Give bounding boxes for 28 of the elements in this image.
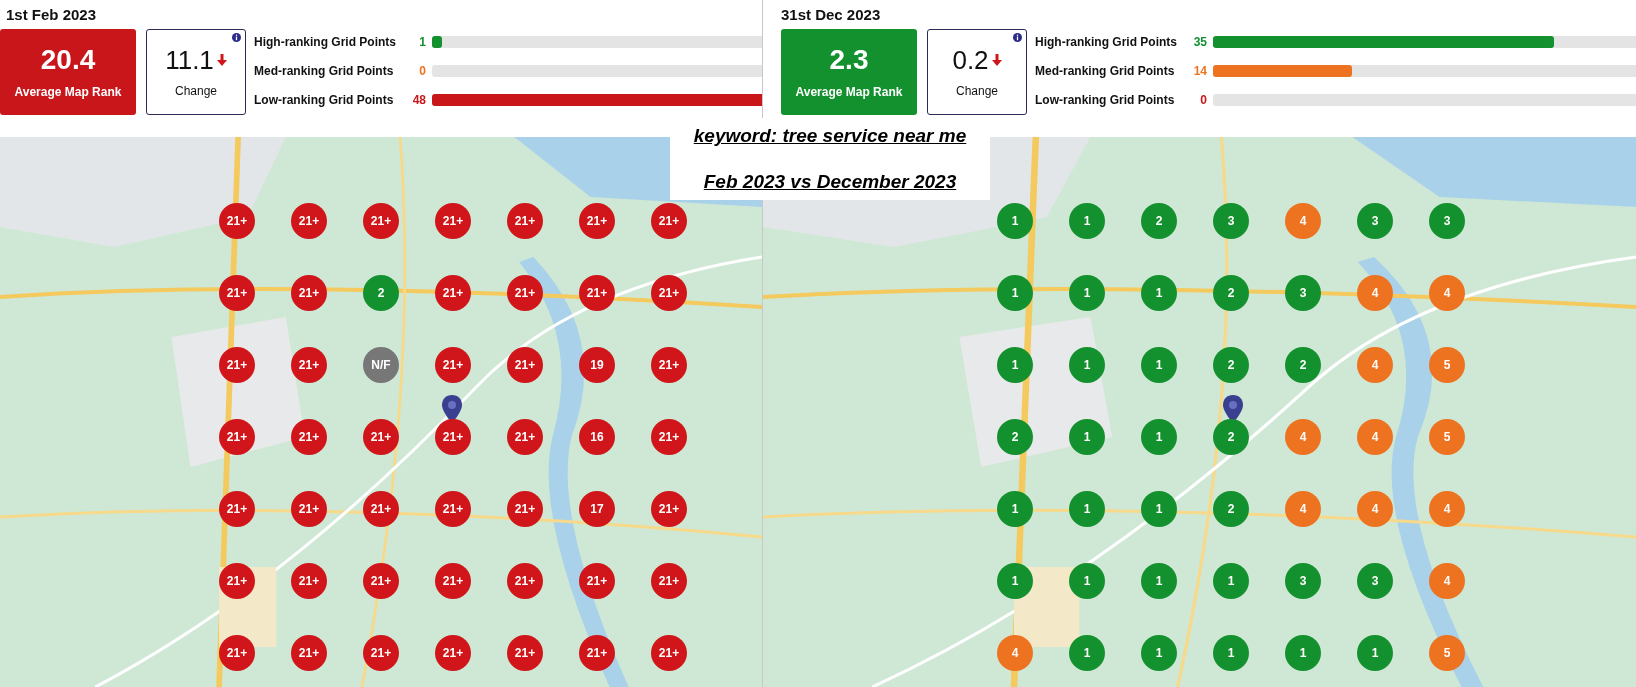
average-rank-label: Average Map Rank (14, 84, 122, 101)
average-rank-label: Average Map Rank (795, 84, 903, 101)
metric-count: 0 (1200, 93, 1207, 107)
metric-label: Med-ranking Grid Points (254, 63, 395, 80)
info-icon[interactable] (1013, 33, 1022, 42)
metric-label: High-ranking Grid Points (1035, 34, 1178, 51)
keyword-caption: keyword: tree service near me (693, 124, 967, 148)
date-title: 31st Dec 2023 (781, 5, 882, 25)
metric-count: 1 (419, 35, 426, 49)
comparison-caption: Feb 2023 vs December 2023 (703, 169, 957, 194)
average-rank-value: 20.4 (40, 43, 96, 77)
metric-label: Low-ranking Grid Points (1035, 92, 1176, 109)
metric-label: High-ranking Grid Points (254, 34, 397, 51)
change-value: 11.1 (165, 44, 214, 76)
change-value: 0.2 (952, 44, 989, 76)
change-label: Change (955, 83, 998, 100)
metric-count: 35 (1193, 35, 1207, 49)
change-label: Change (174, 83, 217, 100)
date-title: 1st Feb 2023 (5, 5, 98, 25)
metric-count: 14 (1193, 64, 1207, 78)
metric-label: Med-ranking Grid Points (1035, 63, 1176, 80)
metric-count: 48 (412, 93, 426, 107)
metric-count: 0 (419, 64, 426, 78)
down-arrow-icon (991, 54, 1002, 66)
down-arrow-icon (216, 54, 227, 66)
metric-label: Low-ranking Grid Points (254, 92, 395, 109)
info-icon[interactable] (232, 33, 241, 42)
average-rank-value: 2.3 (829, 43, 869, 77)
